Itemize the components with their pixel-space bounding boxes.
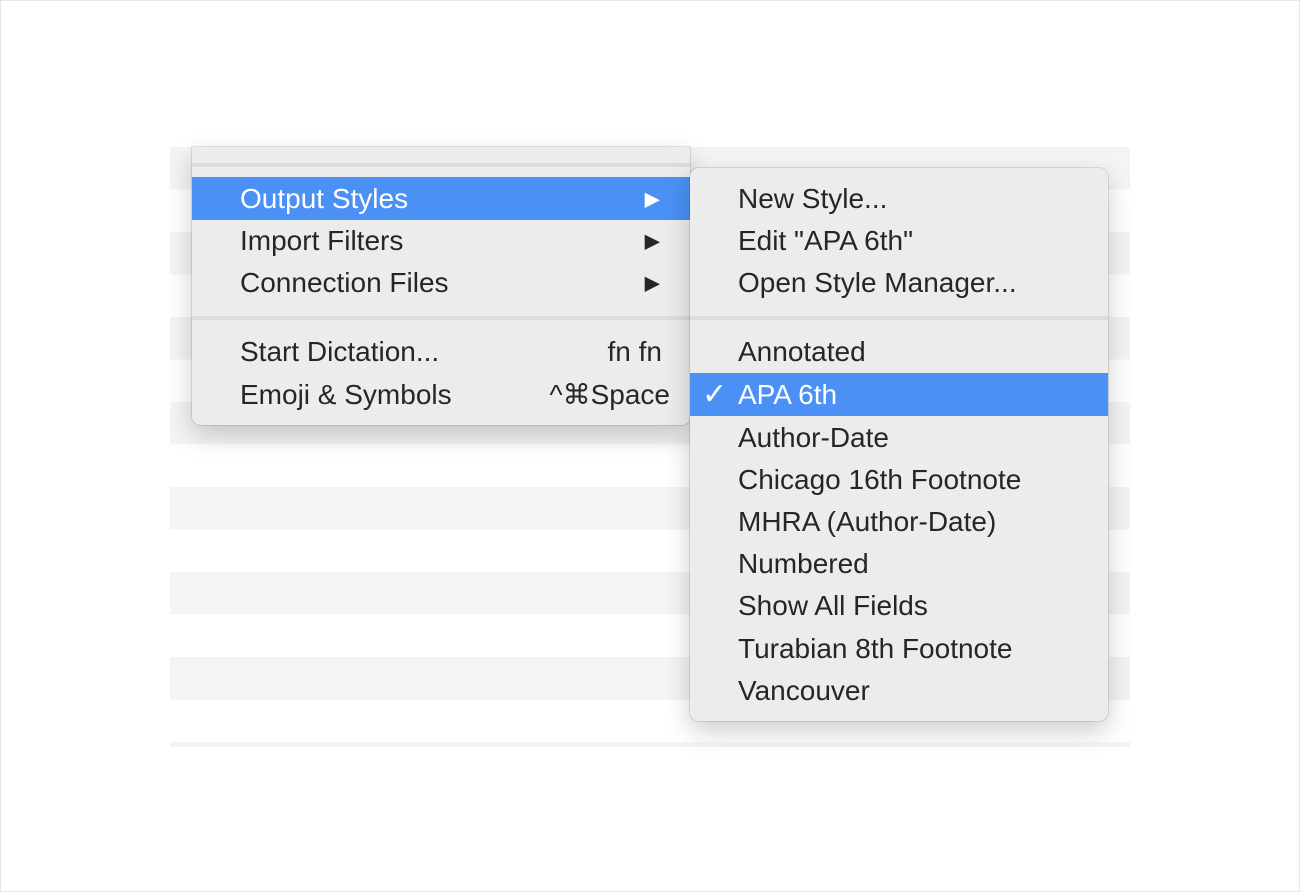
menu-item-label: Connection Files <box>240 266 449 298</box>
menu-item-label: Author-Date <box>738 421 889 453</box>
menu-item-label: Start Dictation... <box>240 335 440 367</box>
submenu-arrow-icon: ▶ <box>644 230 660 252</box>
menu-item-label: MHRA (Author-Date) <box>738 505 997 537</box>
menu-item-label: Annotated <box>738 335 866 367</box>
menu-item-import-filters[interactable]: Import Filters ▶ <box>192 219 690 262</box>
output-styles-submenu: New Style... Edit "APA 6th" Open Style M… <box>690 168 1108 721</box>
menu-item-label: Open Style Manager... <box>738 266 1017 298</box>
submenu-item-apa-6th[interactable]: ✓ APA 6th <box>690 373 1108 416</box>
context-menu: Output Styles ▶ Import Filters ▶ Connect… <box>192 147 690 425</box>
submenu-item-numbered[interactable]: Numbered <box>690 542 1108 585</box>
menu-item-emoji-symbols[interactable]: Emoji & Symbols ^⌘Space <box>192 373 690 416</box>
menu-item-label: APA 6th <box>738 378 838 410</box>
menu-item-label: Turabian 8th Footnote <box>738 632 1013 664</box>
submenu-item-new-style[interactable]: New Style... <box>690 177 1108 220</box>
submenu-item-mhra-author-date[interactable]: MHRA (Author-Date) <box>690 500 1108 543</box>
checkmark-icon: ✓ <box>702 377 728 412</box>
menu-item-shortcut: ^⌘Space <box>549 379 670 410</box>
menu-item-label: Numbered <box>738 547 869 579</box>
menu-item-label: Chicago 16th Footnote <box>738 463 1022 495</box>
menu-item-label: Import Filters <box>240 224 404 256</box>
menu-separator <box>690 316 1108 320</box>
menu-separator <box>192 316 690 320</box>
menu-separator <box>192 163 690 167</box>
menu-item-label: Emoji & Symbols <box>240 378 452 410</box>
submenu-item-show-all-fields[interactable]: Show All Fields <box>690 584 1108 627</box>
menu-item-label: Vancouver <box>738 674 870 706</box>
menu-item-start-dictation[interactable]: Start Dictation... fn fn <box>192 330 690 373</box>
submenu-item-author-date[interactable]: Author-Date <box>690 416 1108 459</box>
submenu-item-annotated[interactable]: Annotated <box>690 330 1108 373</box>
menu-item-label: New Style... <box>738 182 888 214</box>
menu-item-label: Show All Fields <box>738 589 928 621</box>
submenu-arrow-icon: ▶ <box>644 272 660 294</box>
submenu-item-open-style-manager[interactable]: Open Style Manager... <box>690 261 1108 304</box>
menu-item-connection-files[interactable]: Connection Files ▶ <box>192 261 690 304</box>
submenu-item-turabian-8th-footnote[interactable]: Turabian 8th Footnote <box>690 627 1108 670</box>
menu-item-output-styles[interactable]: Output Styles ▶ <box>192 177 690 220</box>
submenu-item-vancouver[interactable]: Vancouver <box>690 669 1108 712</box>
menu-item-shortcut: fn fn <box>607 335 662 367</box>
menu-item-label: Edit "APA 6th" <box>738 224 914 256</box>
submenu-arrow-icon: ▶ <box>644 188 660 210</box>
submenu-item-edit-style[interactable]: Edit "APA 6th" <box>690 219 1108 262</box>
menu-item-label: Output Styles <box>240 182 409 214</box>
submenu-item-chicago-16th-footnote[interactable]: Chicago 16th Footnote <box>690 458 1108 501</box>
